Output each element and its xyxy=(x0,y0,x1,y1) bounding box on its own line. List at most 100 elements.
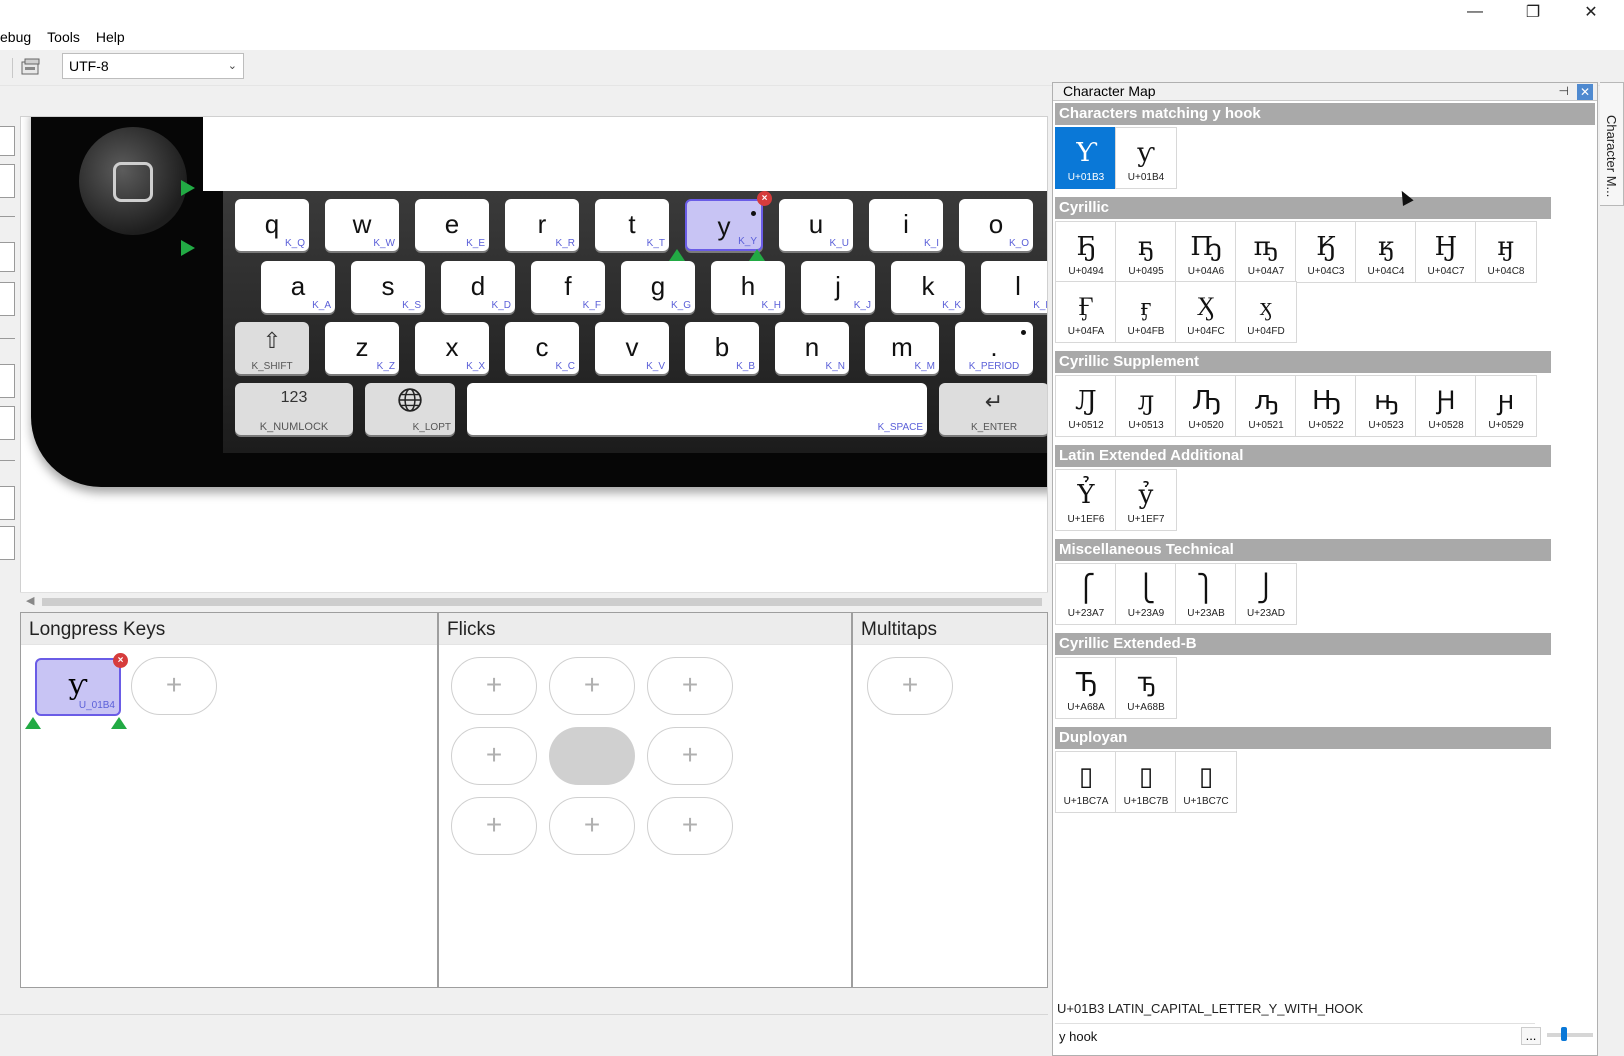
character-cell[interactable]: ԩ U+0529 xyxy=(1475,375,1537,437)
key-n[interactable]: n K_N xyxy=(775,322,849,374)
close-button[interactable]: ✕ xyxy=(1562,0,1620,24)
character-map-side-tab[interactable]: Character M... xyxy=(1600,82,1624,206)
edge-field[interactable] xyxy=(0,164,15,198)
flick-w-button[interactable]: + xyxy=(451,727,537,785)
character-cell[interactable]: Ӻ U+04FA xyxy=(1055,281,1117,343)
character-cell[interactable]: Ҧ U+04A6 xyxy=(1175,221,1237,283)
character-cell[interactable]: Ӄ U+04C3 xyxy=(1295,221,1357,283)
character-cell[interactable]: Ỷ U+1EF6 xyxy=(1055,469,1117,531)
edge-field[interactable] xyxy=(0,282,15,316)
key-f[interactable]: f K_F xyxy=(531,261,605,313)
edge-field[interactable] xyxy=(0,486,15,520)
key-s[interactable]: s K_S xyxy=(351,261,425,313)
encoding-select[interactable]: UTF-8 ⌄ xyxy=(62,53,244,79)
horizontal-scrollbar[interactable]: ◀ xyxy=(20,592,1048,610)
maximize-button[interactable]: ❐ xyxy=(1504,0,1562,24)
key-q[interactable]: q K_Q xyxy=(235,199,309,251)
add-arrow-icon[interactable] xyxy=(669,249,685,261)
menu-tools[interactable]: Tools xyxy=(39,29,88,45)
delete-longpress-icon[interactable]: × xyxy=(113,653,128,668)
key-l[interactable]: lK_L xyxy=(981,261,1047,313)
character-cell[interactable]: ⎭ U+23AD xyxy=(1235,563,1297,625)
character-cell[interactable]: Ԓ U+0512 xyxy=(1055,375,1117,437)
layer-arrow-icon[interactable] xyxy=(181,180,195,196)
close-icon[interactable]: ✕ xyxy=(1577,84,1593,100)
add-longpress-button[interactable]: + xyxy=(131,657,217,715)
delete-key-icon[interactable]: × xyxy=(757,191,772,206)
key-t[interactable]: t K_T xyxy=(595,199,669,251)
character-cell[interactable]: Ӽ U+04FC xyxy=(1175,281,1237,343)
character-cell[interactable]: ⎩ U+23A9 xyxy=(1115,563,1177,625)
key-e[interactable]: e K_E xyxy=(415,199,489,251)
edge-dropdown[interactable] xyxy=(0,242,15,272)
scrollbar-thumb[interactable] xyxy=(42,598,1042,606)
key-lopt[interactable]: K_LOPT xyxy=(365,383,455,435)
key-o[interactable]: o K_O xyxy=(959,199,1033,251)
key-d[interactable]: d K_D xyxy=(441,261,515,313)
character-cell[interactable]: ꚋ U+A68B xyxy=(1115,657,1177,719)
character-cell[interactable]: ӄ U+04C4 xyxy=(1355,221,1417,283)
edge-field[interactable] xyxy=(0,126,15,156)
add-arrow-icon[interactable] xyxy=(749,249,765,261)
menu-debug[interactable]: ebug xyxy=(0,29,39,45)
edge-field[interactable] xyxy=(0,406,15,440)
flick-ne-button[interactable]: + xyxy=(647,657,733,715)
pin-icon[interactable]: ⊣ xyxy=(1559,84,1569,98)
add-multitap-button[interactable]: + xyxy=(867,657,953,715)
flick-e-button[interactable]: + xyxy=(647,727,733,785)
character-cell[interactable]: ӈ U+04C8 xyxy=(1475,221,1537,283)
key-r[interactable]: r K_R xyxy=(505,199,579,251)
character-cell[interactable]: Ꚋ U+A68A xyxy=(1055,657,1117,719)
character-cell[interactable]: Ƴ U+01B3 xyxy=(1055,127,1117,189)
character-cell[interactable]: Ԣ U+0522 xyxy=(1295,375,1357,437)
key-u[interactable]: u K_U xyxy=(779,199,853,251)
key-space[interactable]: K_SPACE xyxy=(467,383,927,435)
flick-s-button[interactable]: + xyxy=(549,797,635,855)
key-y-selected[interactable]: y K_Y xyxy=(685,199,763,251)
character-cell[interactable]: ԓ U+0513 xyxy=(1115,375,1177,437)
character-cell[interactable]: ӻ U+04FB xyxy=(1115,281,1177,343)
key-period[interactable]: . K_PERIOD xyxy=(955,322,1033,374)
flick-se-button[interactable]: + xyxy=(647,797,733,855)
font-preview-icon[interactable] xyxy=(20,58,42,78)
character-cell[interactable]: ԣ U+0523 xyxy=(1355,375,1417,437)
character-cell[interactable]: Ԩ U+0528 xyxy=(1415,375,1477,437)
character-cell[interactable]: Ҕ U+0494 xyxy=(1055,221,1117,283)
key-z[interactable]: z K_Z xyxy=(325,322,399,374)
menu-help[interactable]: Help xyxy=(88,29,133,45)
key-g[interactable]: g K_G xyxy=(621,261,695,313)
minimize-button[interactable]: — xyxy=(1446,0,1504,24)
key-enter[interactable]: ↵ K_ENTER xyxy=(939,383,1047,435)
zoom-slider-thumb[interactable] xyxy=(1561,1027,1567,1041)
character-cell[interactable]: ƴ U+01B4 xyxy=(1115,127,1177,189)
character-cell[interactable]: Ԡ U+0520 xyxy=(1175,375,1237,437)
character-cell[interactable]: ⎫ U+23AB xyxy=(1175,563,1237,625)
key-a[interactable]: a K_A xyxy=(261,261,335,313)
character-cell[interactable]: ӽ U+04FD xyxy=(1235,281,1297,343)
character-cell[interactable]: ⎧ U+23A7 xyxy=(1055,563,1117,625)
add-arrow-icon[interactable] xyxy=(25,717,41,729)
key-h[interactable]: h K_H xyxy=(711,261,785,313)
flick-n-button[interactable]: + xyxy=(549,657,635,715)
flick-sw-button[interactable]: + xyxy=(451,797,537,855)
key-b[interactable]: b K_B xyxy=(685,322,759,374)
layer-arrow-icon[interactable] xyxy=(181,240,195,256)
edge-field[interactable] xyxy=(0,526,15,560)
character-cell[interactable]: ▯ U+1BC7B xyxy=(1115,751,1177,813)
character-cell[interactable]: ỷ U+1EF7 xyxy=(1115,469,1177,531)
add-arrow-icon[interactable] xyxy=(111,717,127,729)
key-m[interactable]: m K_M xyxy=(865,322,939,374)
key-shift[interactable]: ⇧ K_SHIFT xyxy=(235,322,309,374)
character-cell[interactable]: ԡ U+0521 xyxy=(1235,375,1297,437)
key-j[interactable]: j K_J xyxy=(801,261,875,313)
character-cell[interactable]: ҧ U+04A7 xyxy=(1235,221,1297,283)
character-cell[interactable]: ҕ U+0495 xyxy=(1115,221,1177,283)
key-i[interactable]: i K_I xyxy=(869,199,943,251)
edge-field[interactable] xyxy=(0,364,15,398)
character-filter-input[interactable]: y hook xyxy=(1055,1023,1535,1049)
character-cell[interactable]: ▯ U+1BC7A xyxy=(1055,751,1117,813)
character-cell[interactable]: Ӈ U+04C7 xyxy=(1415,221,1477,283)
scroll-left-icon[interactable]: ◀ xyxy=(26,594,34,607)
key-k[interactable]: k K_K xyxy=(891,261,965,313)
zoom-slider[interactable] xyxy=(1547,1033,1593,1037)
